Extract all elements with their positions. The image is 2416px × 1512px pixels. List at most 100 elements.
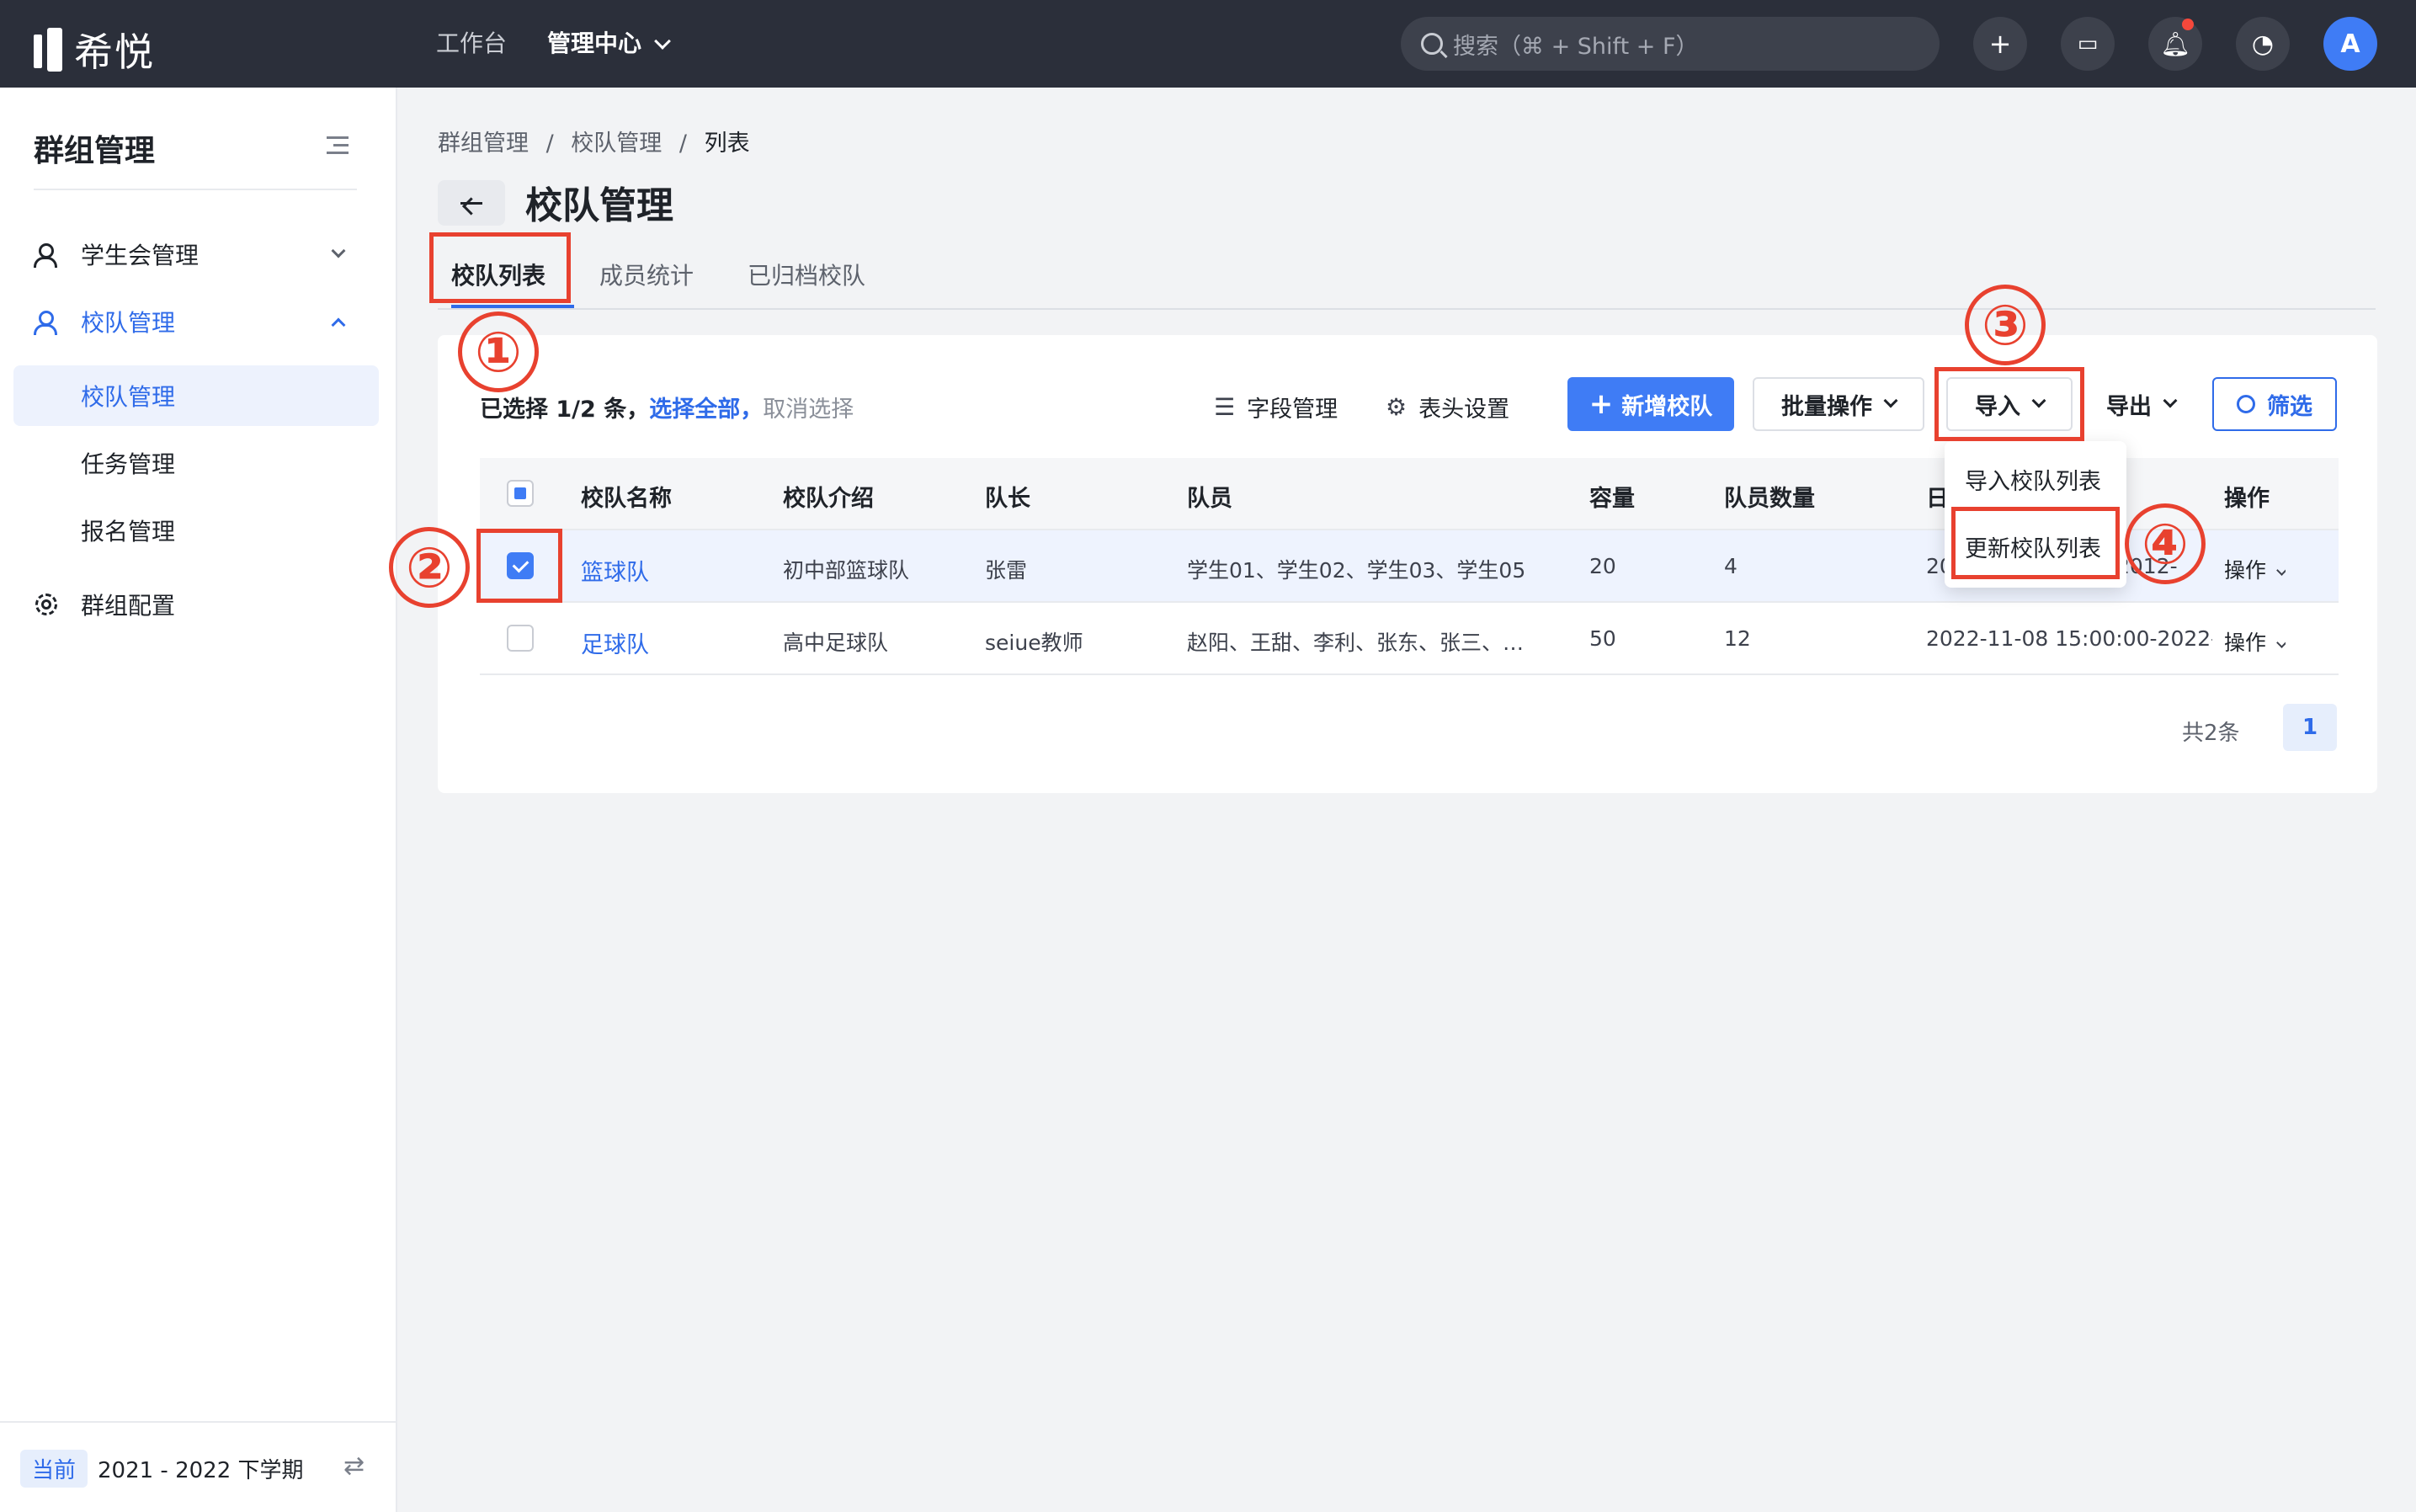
column-header[interactable]: 队员: [1187, 480, 1232, 513]
row-actions-label: 操作: [2224, 631, 2267, 655]
breadcrumb: 群组管理 / 校队管理 / 列表: [438, 130, 750, 157]
selection-info: 已选择 1/2 条，选择全部，取消选择: [480, 391, 854, 423]
team-members: 学生01、学生02、学生03、学生05: [1187, 558, 1526, 583]
active-item-highlight: [13, 365, 379, 426]
team-intro: 高中足球队: [783, 631, 889, 655]
row-actions-menu[interactable]: 操作: [2224, 554, 2286, 584]
row-actions-label: 操作: [2224, 558, 2267, 583]
search-placeholder: 搜索（⌘ + Shift + F）: [1453, 33, 1699, 60]
sidebar-subitem-task-management[interactable]: 任务管理: [81, 446, 175, 480]
user-group-icon: [34, 309, 59, 335]
avatar[interactable]: A: [2323, 17, 2377, 71]
add-team-button[interactable]: + 新增校队: [1567, 377, 1734, 431]
export-button[interactable]: 导出: [2086, 377, 2195, 431]
gauge-icon[interactable]: ◔: [2236, 17, 2290, 71]
tab-archived-teams[interactable]: 已归档校队: [748, 258, 865, 291]
column-header[interactable]: 校队名称: [581, 480, 672, 513]
active-tab-indicator: [451, 305, 574, 308]
back-button[interactable]: [438, 180, 505, 226]
column-header[interactable]: 校队介绍: [783, 480, 874, 513]
breadcrumb-item[interactable]: 群组管理: [438, 130, 529, 157]
logo-text: 希悦: [74, 29, 155, 75]
pagination-page-1[interactable]: 1: [2283, 704, 2337, 751]
nav-management-center-label: 管理中心: [547, 29, 642, 57]
collapse-sidebar-icon[interactable]: [327, 136, 349, 155]
tab-team-list[interactable]: 校队列表: [451, 258, 545, 291]
sidebar-item-school-team[interactable]: 校队管理: [34, 305, 175, 338]
column-header[interactable]: 操作: [2224, 480, 2270, 513]
sidebar-item-label: 学生会管理: [81, 242, 200, 269]
export-label: 导出: [2106, 393, 2152, 420]
column-header[interactable]: 容量: [1589, 480, 1635, 513]
filter-label: 筛选: [2267, 393, 2312, 420]
select-all-checkbox[interactable]: [507, 480, 534, 507]
app-logo[interactable]: 希悦: [34, 22, 155, 77]
column-header[interactable]: 队长: [985, 480, 1030, 513]
cancel-selection-link[interactable]: 取消选择: [763, 397, 854, 423]
team-capacity: 50: [1589, 626, 1616, 651]
notification-dot: [2182, 19, 2194, 30]
team-captain: seiue教师: [985, 631, 1083, 655]
chevron-down-icon: [2163, 393, 2178, 408]
import-button[interactable]: 导入: [1946, 377, 2073, 431]
bell-icon[interactable]: 🔔︎: [2148, 17, 2202, 71]
current-term-badge: 当前: [20, 1450, 88, 1488]
sidebar-item-student-union[interactable]: 学生会管理: [34, 237, 199, 271]
team-captain: 张雷: [985, 558, 1028, 583]
import-dropdown-menu: 导入校队列表 更新校队列表: [1945, 441, 2126, 588]
breadcrumb-item[interactable]: 校队管理: [571, 130, 662, 157]
filter-button[interactable]: 筛选: [2212, 377, 2337, 431]
sidebar-title: 群组管理: [34, 134, 156, 168]
field-manage-label: 字段管理: [1247, 397, 1338, 423]
sidebar-subitem-registration[interactable]: 报名管理: [81, 514, 175, 547]
current-term: 2021 - 2022 下学期: [98, 1458, 304, 1483]
sidebar-item-label: 校队管理: [81, 309, 176, 337]
column-header[interactable]: 队员数量: [1724, 480, 1815, 513]
table-row[interactable]: 足球队 高中足球队 seiue教师 赵阳、王甜、李利、张东、张三、… 50 12…: [480, 603, 2339, 675]
plus-icon[interactable]: +: [1973, 17, 2027, 71]
divider: [34, 189, 357, 190]
list-icon: ☰: [1214, 393, 1236, 421]
menu-item-update-team-list[interactable]: 更新校队列表: [1965, 530, 2101, 563]
team-name-link[interactable]: 足球队: [581, 626, 649, 659]
divider: [0, 1421, 396, 1423]
chevron-up-icon[interactable]: [331, 317, 346, 333]
page-title: 校队管理: [525, 184, 673, 227]
search-icon: [2237, 395, 2255, 413]
pagination-total: 共2条: [2182, 721, 2240, 746]
annotation-marker-3: ③: [1965, 285, 2046, 365]
header-settings-label: 表头设置: [1418, 397, 1510, 423]
message-icon[interactable]: ▭: [2061, 17, 2115, 71]
sidebar-item-group-config[interactable]: 群组配置: [34, 588, 175, 621]
import-label: 导入: [1975, 393, 2020, 420]
chevron-down-icon: [2276, 565, 2286, 576]
annotation-marker-2: ②: [389, 527, 470, 608]
chevron-down-icon[interactable]: [331, 243, 346, 258]
gear-icon: [34, 592, 59, 617]
nav-workbench[interactable]: 工作台: [436, 25, 507, 59]
chevron-down-icon: [2031, 393, 2046, 408]
row-checkbox[interactable]: [507, 625, 534, 652]
tab-member-stats[interactable]: 成员统计: [599, 258, 694, 291]
search-input[interactable]: 搜索（⌘ + Shift + F）: [1401, 17, 1940, 71]
team-capacity: 20: [1589, 554, 1616, 578]
team-intro: 初中部篮球队: [783, 558, 910, 583]
selected-count: 已选择 1/2 条，: [480, 397, 650, 423]
team-name-link[interactable]: 篮球队: [581, 554, 649, 587]
breadcrumb-current: 列表: [704, 130, 750, 157]
field-manage-button[interactable]: ☰ 字段管理: [1214, 391, 1338, 423]
sidebar-subitem-team-management[interactable]: 校队管理: [81, 379, 175, 413]
plus-icon: +: [1588, 387, 1614, 421]
gear-icon: ⚙: [1386, 393, 1408, 421]
team-members: 赵阳、王甜、李利、张东、张三、…: [1187, 631, 1525, 655]
swap-icon[interactable]: ⇄: [343, 1454, 369, 1479]
row-checkbox[interactable]: [507, 552, 534, 579]
annotation-marker-4: ④: [2125, 503, 2206, 584]
select-all-link[interactable]: 选择全部，: [649, 397, 763, 423]
batch-ops-button[interactable]: 批量操作: [1753, 377, 1924, 431]
chevron-down-icon: [1883, 393, 1898, 408]
nav-management-center[interactable]: 管理中心: [547, 25, 671, 59]
menu-item-import-team-list[interactable]: 导入校队列表: [1965, 463, 2101, 496]
row-actions-menu[interactable]: 操作: [2224, 626, 2286, 657]
header-settings-button[interactable]: ⚙ 表头设置: [1386, 391, 1509, 423]
